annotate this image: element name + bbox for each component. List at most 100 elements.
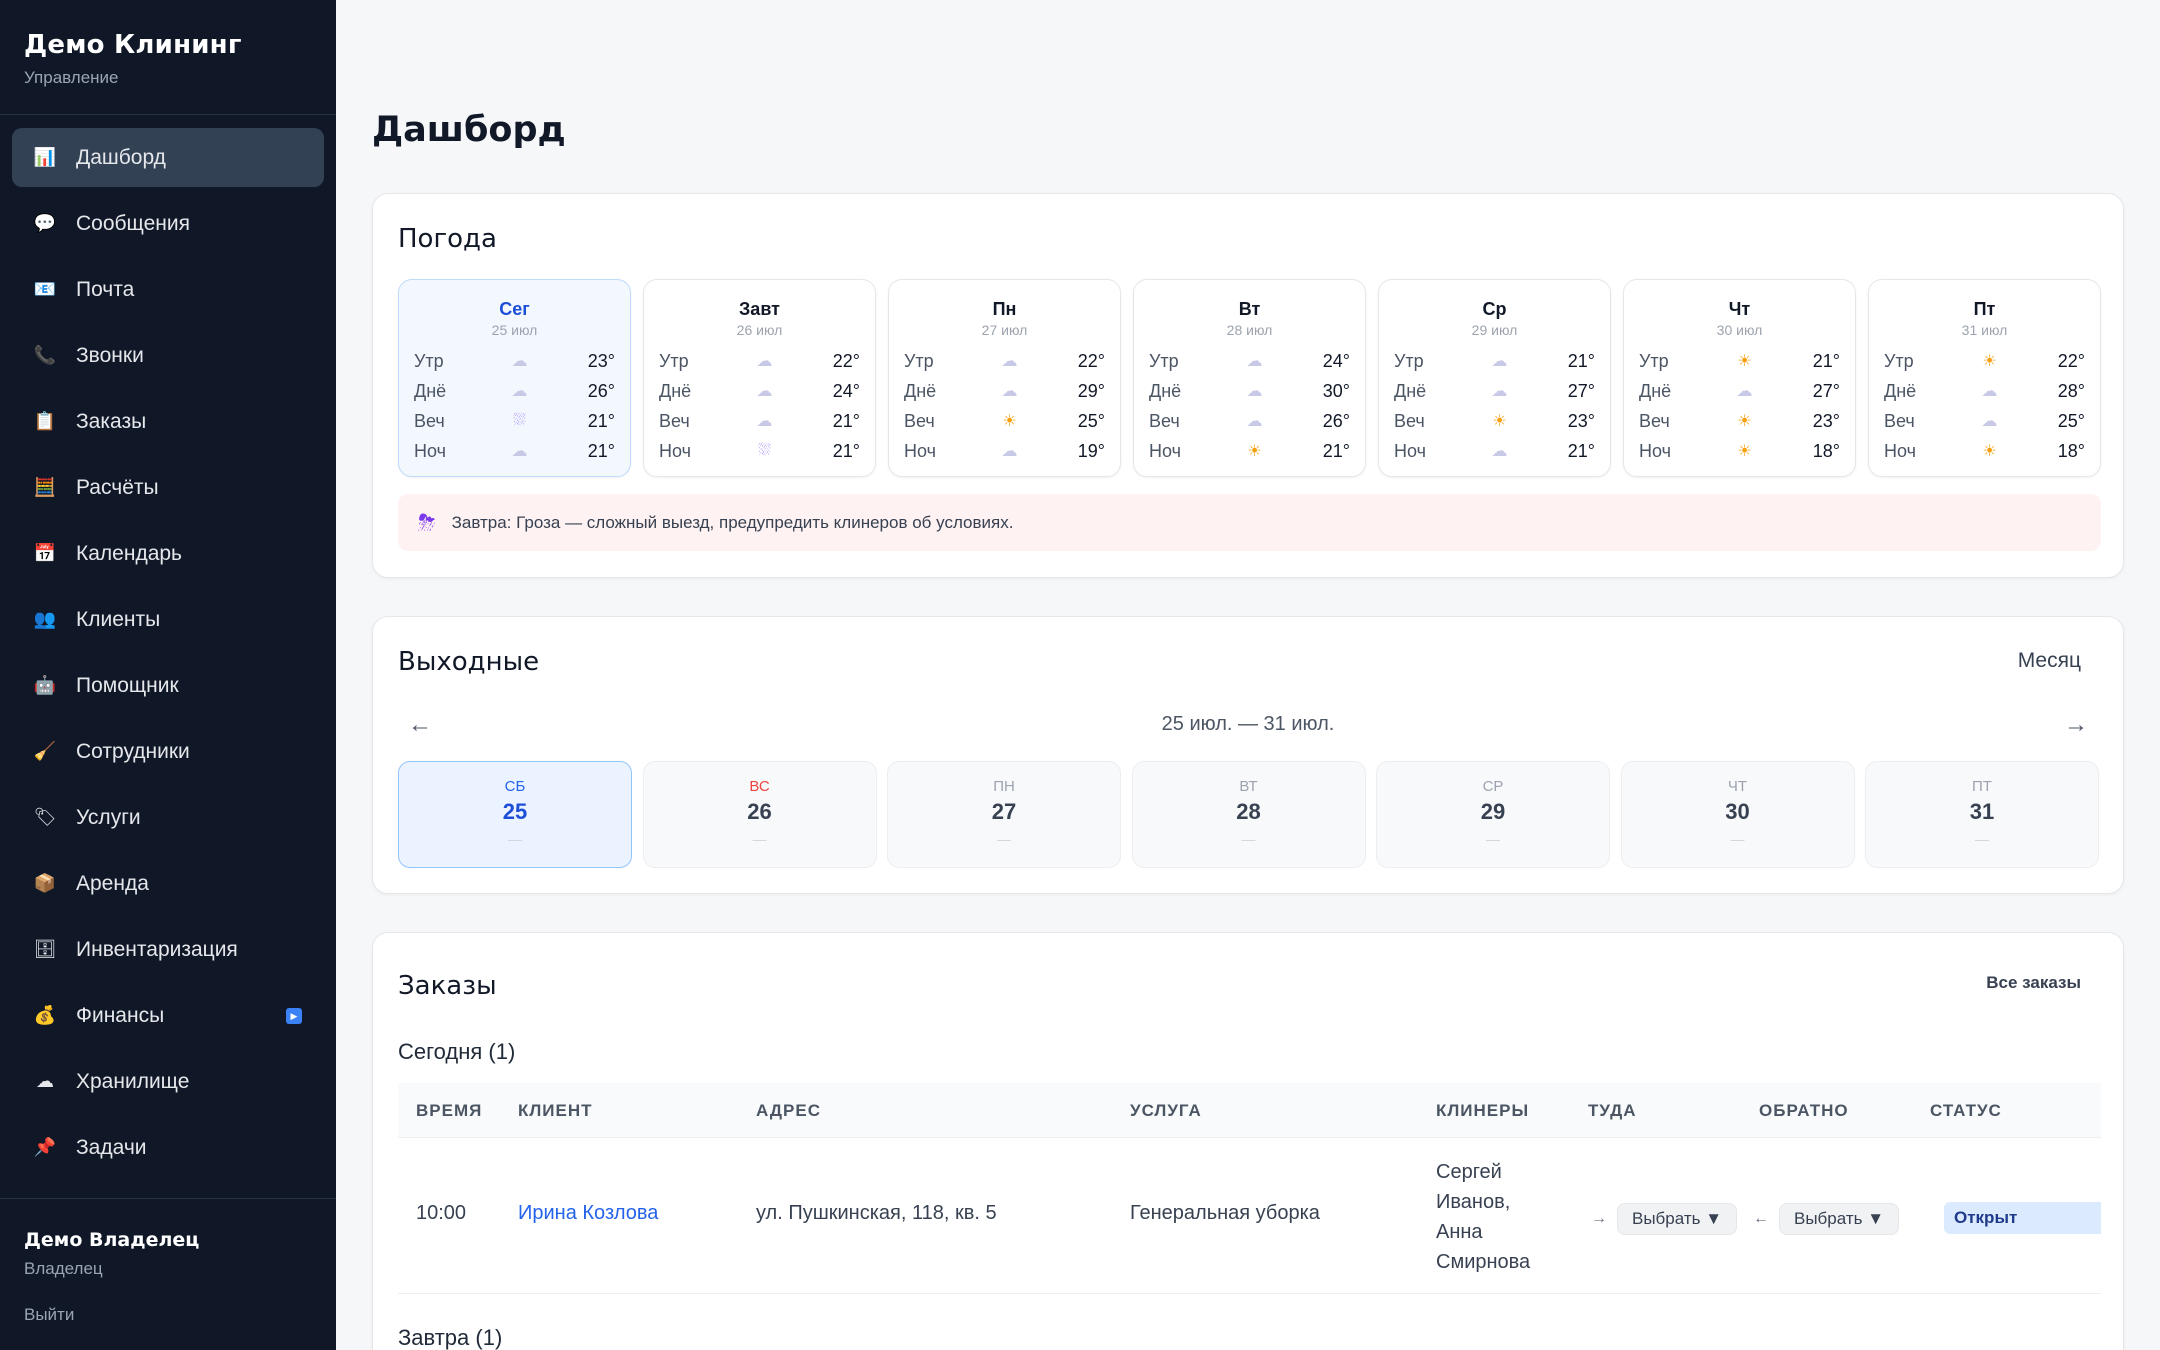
nav-icon-5: 🧮 xyxy=(33,477,57,497)
sidebar-item-11[interactable]: 📦 Аренда xyxy=(12,854,324,913)
weather-day-card: Чт 30 июл Утр ☀ 21° Днё ☁ 27° Веч ☀ 23° Ноч ☀ 18° xyxy=(1623,279,1856,477)
weekend-day-29[interactable]: СР 29 — xyxy=(1376,761,1610,868)
cleaner-line: Сергей xyxy=(1436,1161,1502,1183)
all-orders-link[interactable]: Все заказы xyxy=(1986,973,2081,993)
sidebar-item-3[interactable]: 📞 Звонки xyxy=(12,326,324,385)
sun-icon: ☀ xyxy=(1492,413,1507,430)
weather-day-date: 26 июл xyxy=(736,322,783,338)
period-label: Веч xyxy=(414,410,445,431)
sidebar-item-label: Сотрудники xyxy=(76,739,190,763)
weather-days: Сег 25 июл Утр ☁ 23° Днё ☁ 26° Веч ⛆ 21° Ноч ☁ 21° Зав… xyxy=(398,279,2101,479)
cloud-icon: ☁ xyxy=(1491,443,1508,460)
period-label: Днё xyxy=(1394,380,1427,401)
sidebar-item-8[interactable]: 🤖 Помощник xyxy=(12,656,324,715)
weekend-day-28[interactable]: ВТ 28 — xyxy=(1131,761,1366,868)
weekday-label: ЧТ xyxy=(1727,778,1748,795)
order-time: 10:00 xyxy=(416,1202,467,1224)
sidebar-item-label: Клиенты xyxy=(76,607,161,631)
period-label: Днё xyxy=(659,380,692,401)
weekday-label: ВС xyxy=(749,778,770,795)
nav-icon-15: 📌 xyxy=(33,1137,57,1157)
temperature: 24° xyxy=(1322,350,1350,371)
period-label: Утр xyxy=(1394,350,1424,371)
period-label: Ноч xyxy=(1149,440,1181,461)
sidebar-item-6[interactable]: 📅 Календарь xyxy=(12,524,324,583)
cloud-icon: ☁ xyxy=(1491,353,1508,370)
nav-icon-11: 📦 xyxy=(33,873,57,893)
day-empty-mark: — xyxy=(1486,831,1500,847)
weekend-day-25[interactable]: СБ 25 — xyxy=(398,761,632,868)
weather-period-row: Веч ☁ 21° xyxy=(659,406,860,436)
temperature: 27° xyxy=(1812,380,1840,401)
sidebar-item-10[interactable]: 🏷 Услуги xyxy=(12,788,324,847)
to-transport-select[interactable]: Выбрать ▼ xyxy=(1617,1203,1738,1235)
sidebar-item-7[interactable]: 👥 Клиенты xyxy=(12,590,324,649)
arrow-right-icon: → xyxy=(1591,1210,1607,1227)
cloud-icon: ☁ xyxy=(511,383,528,400)
order-service: Генеральная уборка xyxy=(1130,1202,1320,1224)
sidebar-item-label: Задачи xyxy=(76,1135,147,1159)
sidebar-item-5[interactable]: 🧮 Расчёты xyxy=(12,458,324,517)
status-badge[interactable]: Открыт xyxy=(1944,1202,2101,1234)
sidebar-item-4[interactable]: 📋 Заказы xyxy=(12,392,324,451)
table-row[interactable]: 10:00 Ирина Козлова ул. Пушкинская, 118,… xyxy=(398,1139,2101,1294)
sidebar-item-1[interactable]: 💬 Сообщения xyxy=(12,194,324,253)
sidebar-item-9[interactable]: 🧹 Сотрудники xyxy=(12,722,324,781)
period-label: Веч xyxy=(1149,410,1180,431)
weather-day-name: Ср xyxy=(1482,299,1507,319)
logout-link[interactable]: Выйти xyxy=(24,1305,312,1325)
weather-day-date: 31 июл xyxy=(1961,322,2008,338)
weekend-day-26[interactable]: ВС 26 — xyxy=(642,761,877,868)
period-label: Веч xyxy=(1639,410,1670,431)
weekend-day-30[interactable]: ЧТ 30 — xyxy=(1620,761,1855,868)
date-range: 25 июл. — 31 июл. xyxy=(1161,713,1335,735)
temperature: 26° xyxy=(1322,410,1350,431)
order-client-link[interactable]: Ирина Козлова xyxy=(518,1202,658,1225)
temperature: 21° xyxy=(1567,440,1595,461)
weather-period-row: Днё ☁ 26° xyxy=(414,376,615,406)
sidebar-item-13[interactable]: 💰 Финансы ▶ xyxy=(12,986,324,1045)
temperature: 21° xyxy=(832,440,860,461)
temperature: 25° xyxy=(2057,410,2085,431)
weather-period-row: Веч ⛆ 21° xyxy=(414,406,615,436)
sidebar-item-label: Заказы xyxy=(76,409,147,433)
sidebar-item-label: Финансы xyxy=(76,1003,165,1027)
day-number: 30 xyxy=(1725,799,1750,824)
cloud-icon: ☁ xyxy=(1246,353,1263,370)
sidebar: Демо Клининг Управление 📊 Дашборд 💬 Сообщен… xyxy=(0,0,336,1350)
nav-icon-0: 📊 xyxy=(33,147,57,167)
sidebar-item-0[interactable]: 📊 Дашборд xyxy=(12,128,324,187)
nav-icon-10: 🏷 xyxy=(33,807,57,827)
nav-icon-12: 🗄 xyxy=(33,939,57,959)
weather-period-row: Днё ☁ 27° xyxy=(1394,376,1595,406)
sun-icon: ☀ xyxy=(1737,413,1752,430)
cloud-icon: ☁ xyxy=(1491,383,1508,400)
temperature: 21° xyxy=(587,410,615,431)
period-label: Утр xyxy=(1639,350,1669,371)
period-label: Веч xyxy=(1884,410,1915,431)
temperature: 23° xyxy=(1812,410,1840,431)
sidebar-item-15[interactable]: 📌 Задачи xyxy=(12,1118,324,1177)
back-transport-select[interactable]: Выбрать ▼ xyxy=(1779,1203,1900,1235)
weekend-day-31[interactable]: ПТ 31 — xyxy=(1865,761,2099,868)
period-label: Утр xyxy=(904,350,934,371)
weekends-title: Выходные xyxy=(398,647,540,677)
next-week-arrow-icon[interactable]: → xyxy=(2064,711,2088,739)
sidebar-item-label: Сообщения xyxy=(76,211,190,235)
col-address: АДРЕС xyxy=(756,1101,821,1120)
sidebar-item-2[interactable]: 📧 Почта xyxy=(12,260,324,319)
temperature: 21° xyxy=(587,440,615,461)
month-view-link[interactable]: Месяц xyxy=(2018,649,2081,673)
day-empty-mark: — xyxy=(752,831,767,847)
day-empty-mark: — xyxy=(997,831,1011,847)
sidebar-item-12[interactable]: 🗄 Инвентаризация xyxy=(12,920,324,979)
col-cleaners: КЛИНЕРЫ xyxy=(1436,1101,1530,1120)
page-title: Дашборд xyxy=(372,110,566,150)
weather-day-name: Завт xyxy=(739,299,780,319)
sidebar-item-14[interactable]: ☁ Хранилище xyxy=(12,1052,324,1111)
weather-day-date: 25 июл xyxy=(491,322,538,338)
period-label: Ноч xyxy=(1394,440,1426,461)
weekend-day-27[interactable]: ПН 27 — xyxy=(887,761,1121,868)
col-status: СТАТУС xyxy=(1930,1101,2002,1120)
temperature: 26° xyxy=(587,380,615,401)
